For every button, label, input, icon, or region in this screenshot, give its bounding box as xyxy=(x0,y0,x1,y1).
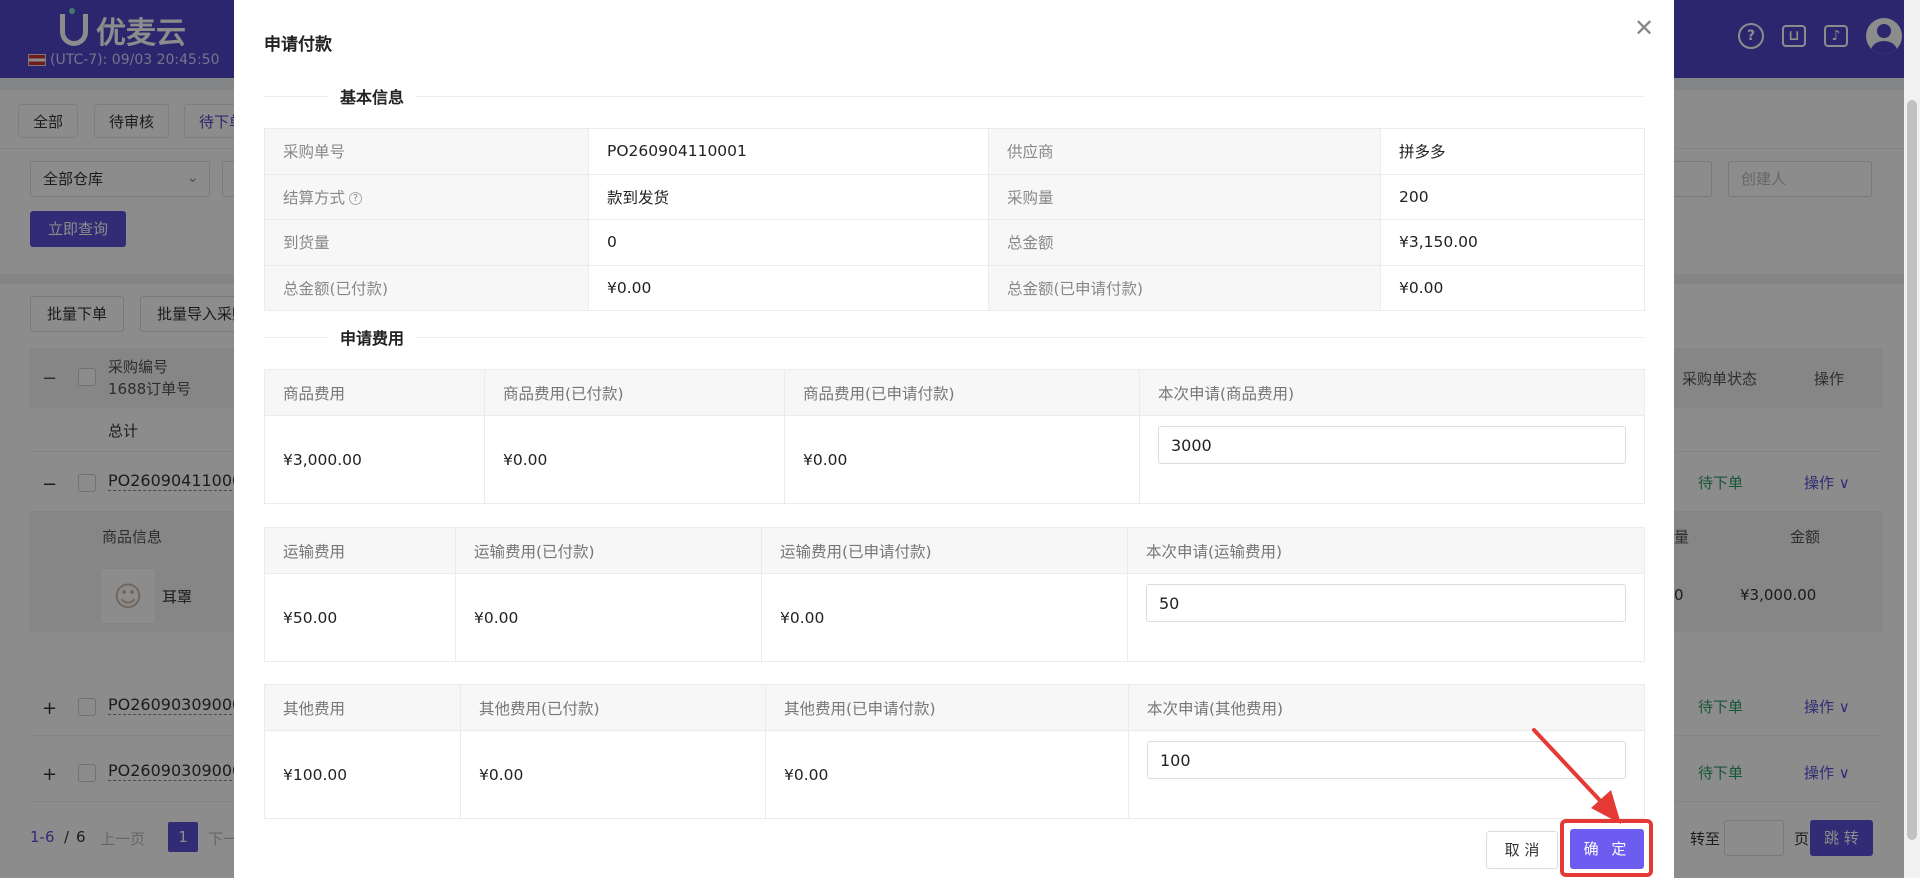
fee-value: ¥50.00 xyxy=(264,573,456,662)
info-key: 结算方式? xyxy=(264,173,589,220)
help-circle-icon[interactable]: ? xyxy=(349,191,363,205)
info-value: ¥0.00 xyxy=(1380,264,1645,311)
section-title: 申请费用 xyxy=(328,325,417,349)
section-fees: 申请费用 xyxy=(264,325,1644,349)
info-value: PO260904110001 xyxy=(588,128,989,175)
col-header: 本次申请(运输费用) xyxy=(1127,527,1645,574)
shipping-fee-cell xyxy=(1127,573,1645,662)
annotation-arrow-icon xyxy=(1532,728,1621,824)
goods-fee-cell xyxy=(1139,415,1645,504)
section-basic-info: 基本信息 xyxy=(264,84,1644,108)
close-icon[interactable]: ✕ xyxy=(1634,16,1654,40)
info-key: 总金额(已付款) xyxy=(264,264,589,311)
fee-value: ¥0.00 xyxy=(484,415,785,504)
info-value: ¥0.00 xyxy=(588,264,989,311)
col-header: 商品费用(已申请付款) xyxy=(784,369,1140,416)
fee-value: ¥3,000.00 xyxy=(264,415,485,504)
col-header: 其他费用 xyxy=(264,684,461,731)
info-value: 200 xyxy=(1380,173,1645,220)
fee-value: ¥0.00 xyxy=(455,573,762,662)
info-key: 采购量 xyxy=(988,173,1381,220)
info-value: 0 xyxy=(588,219,989,266)
fee-value: ¥0.00 xyxy=(765,730,1129,819)
col-header: 运输费用(已申请付款) xyxy=(761,527,1128,574)
col-header: 其他费用(已付款) xyxy=(460,684,766,731)
info-value: ¥3,150.00 xyxy=(1380,219,1645,266)
info-value: 拼多多 xyxy=(1380,128,1645,175)
fee-value: ¥0.00 xyxy=(761,573,1128,662)
dialog-title: 申请付款 xyxy=(264,35,332,55)
col-header: 本次申请(商品费用) xyxy=(1139,369,1645,416)
apply-payment-dialog: 申请付款 ✕ 基本信息 采购单号 PO260904110001 供应商 拼多多 … xyxy=(234,0,1674,878)
other-fee-table: 其他费用 其他费用(已付款) 其他费用(已申请付款) 本次申请(其他费用) ¥1… xyxy=(264,684,1645,819)
info-key: 总金额 xyxy=(988,219,1381,266)
section-title: 基本信息 xyxy=(328,84,417,108)
scrollbar-thumb[interactable] xyxy=(1907,100,1917,840)
shipping-fee-table: 运输费用 运输费用(已付款) 运输费用(已申请付款) 本次申请(运输费用) ¥5… xyxy=(264,527,1645,662)
fee-value: ¥100.00 xyxy=(264,730,461,819)
page-scrollbar[interactable] xyxy=(1904,0,1920,878)
fee-value: ¥0.00 xyxy=(784,415,1140,504)
goods-fee-table: 商品费用 商品费用(已付款) 商品费用(已申请付款) 本次申请(商品费用) ¥3… xyxy=(264,369,1645,504)
info-key: 采购单号 xyxy=(264,128,589,175)
info-key: 到货量 xyxy=(264,219,589,266)
col-header: 本次申请(其他费用) xyxy=(1128,684,1645,731)
col-header: 商品费用(已付款) xyxy=(484,369,785,416)
col-header: 商品费用 xyxy=(264,369,485,416)
info-value: 款到发货 xyxy=(588,173,989,220)
col-header: 运输费用 xyxy=(264,527,456,574)
info-key: 总金额(已申请付款) xyxy=(988,264,1381,311)
info-key: 供应商 xyxy=(988,128,1381,175)
shipping-fee-input[interactable] xyxy=(1146,584,1626,622)
basic-info-table: 采购单号 PO260904110001 供应商 拼多多 结算方式? 款到发货 采… xyxy=(264,128,1645,311)
confirm-button[interactable]: 确 定 xyxy=(1570,829,1644,869)
col-header: 运输费用(已付款) xyxy=(455,527,762,574)
fee-value: ¥0.00 xyxy=(460,730,766,819)
col-header: 其他费用(已申请付款) xyxy=(765,684,1129,731)
cancel-button[interactable]: 取 消 xyxy=(1486,831,1558,869)
goods-fee-input[interactable] xyxy=(1158,426,1626,464)
settlement-label: 结算方式 xyxy=(283,188,346,207)
